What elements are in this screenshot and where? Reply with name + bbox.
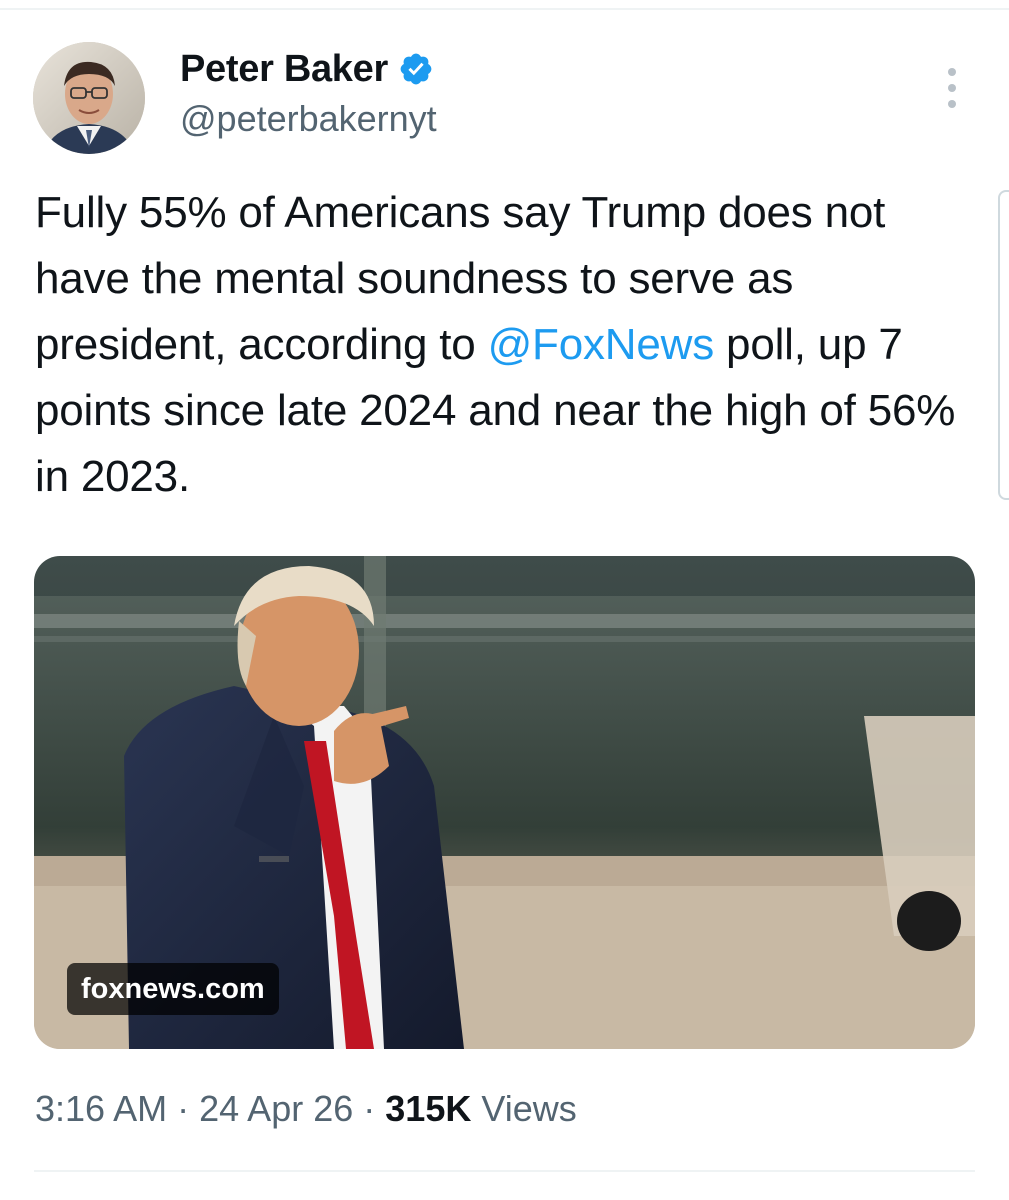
top-divider	[0, 8, 1009, 10]
card-domain-badge: foxnews.com	[67, 963, 279, 1015]
tweet-meta: 3:16 AM · 24 Apr 26 · 315K Views	[35, 1088, 577, 1130]
more-dot	[948, 100, 956, 108]
meta-separator: ·	[363, 1088, 376, 1129]
author-avatar[interactable]	[33, 42, 145, 154]
tweet-time[interactable]: 3:16 AM	[35, 1088, 167, 1129]
views-label: Views	[481, 1088, 577, 1129]
tweet-date[interactable]: 24 Apr 26	[199, 1088, 353, 1129]
avatar-image	[33, 42, 145, 154]
bottom-divider	[34, 1170, 975, 1172]
views-count: 315K	[385, 1088, 472, 1129]
author-handle[interactable]: @peterbakernyt	[180, 98, 437, 140]
verified-badge-icon	[400, 53, 432, 85]
scrollbar[interactable]	[998, 190, 1009, 500]
more-dot	[948, 68, 956, 76]
more-dot	[948, 84, 956, 92]
author-name[interactable]: Peter Baker	[180, 48, 388, 91]
more-options-icon[interactable]	[934, 68, 970, 108]
meta-separator: ·	[177, 1088, 190, 1129]
author-name-row[interactable]: Peter Baker	[180, 44, 434, 94]
tweet-text: Fully 55% of Americans say Trump does no…	[35, 180, 975, 510]
mention-link[interactable]: @FoxNews	[488, 320, 715, 369]
